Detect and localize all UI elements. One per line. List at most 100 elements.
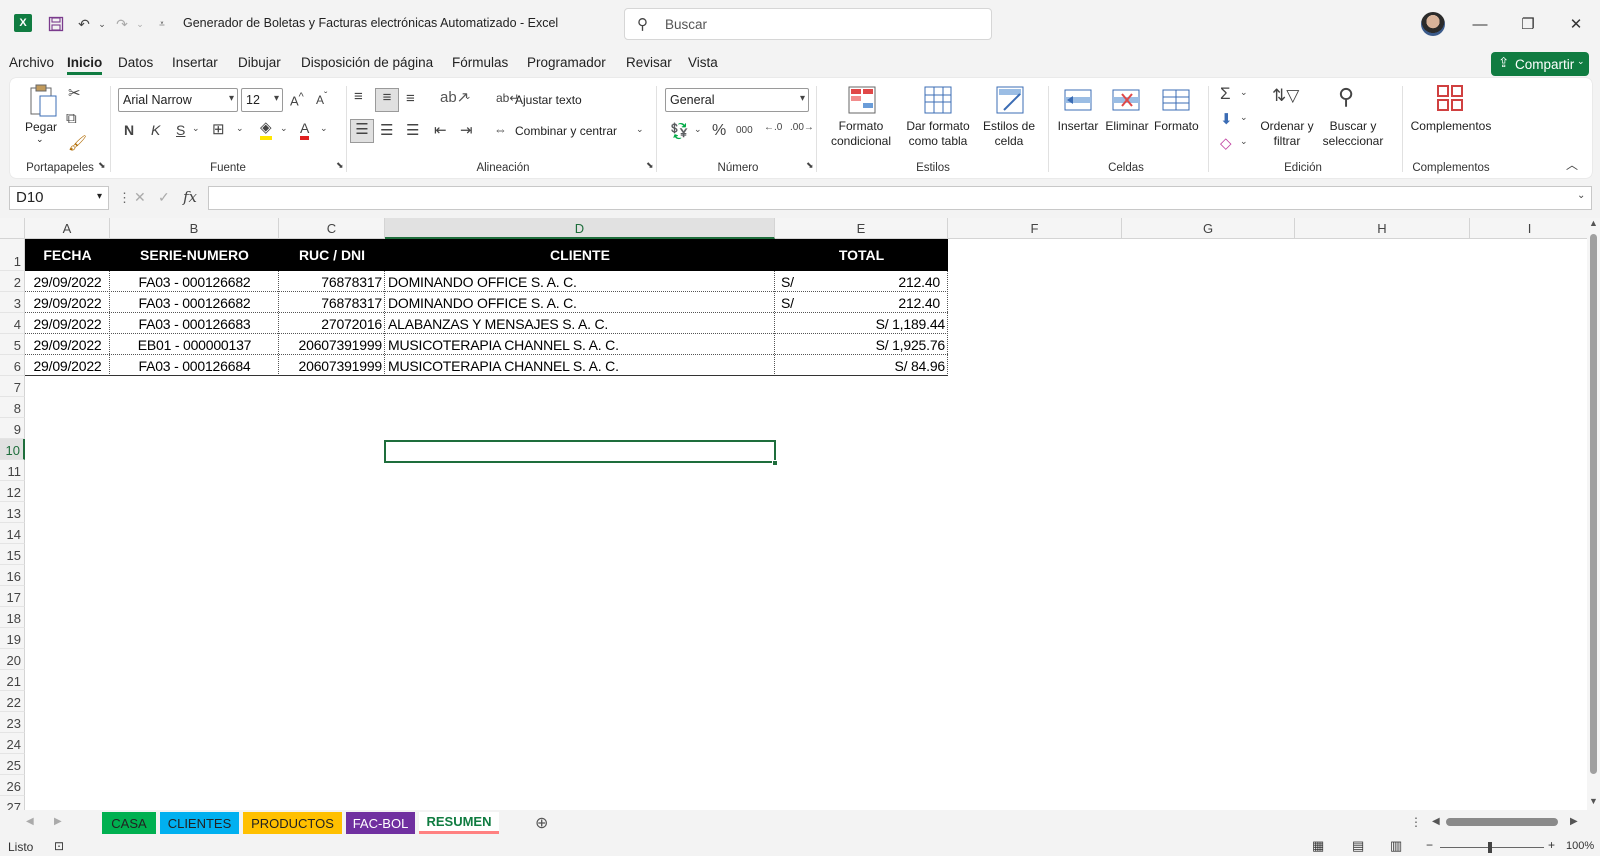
vertical-scrollbar[interactable]: ▲ ▼	[1587, 218, 1600, 810]
cell-total[interactable]: S/ 84.96	[775, 358, 945, 374]
column-header-a[interactable]: A	[25, 218, 110, 239]
worksheet-grid[interactable]: ABCDEFGHI 1 2 3 4 5 6 7 8 9 10 11 12 13 14 15 16 17 18 19 2…	[0, 218, 1600, 810]
row-header-15[interactable]: 15	[0, 544, 25, 565]
addins-button[interactable]: Complementos	[1406, 119, 1496, 134]
sheet-tab-clientes[interactable]: CLIENTES	[160, 812, 239, 834]
format-button[interactable]: Formato	[1154, 119, 1199, 134]
paste-chevron-icon[interactable]: ⌄	[36, 132, 44, 147]
cell-cliente[interactable]: DOMINANDO OFFICE S. A. C.	[388, 274, 577, 290]
row-header-3[interactable]: 3	[0, 292, 25, 313]
cell-fecha[interactable]: 29/09/2022	[25, 295, 110, 311]
tab-revisar[interactable]: Revisar	[626, 55, 672, 70]
close-icon[interactable]: ✕	[1562, 12, 1590, 36]
user-avatar[interactable]	[1421, 12, 1445, 36]
column-header-f[interactable]: F	[948, 218, 1122, 239]
collapse-ribbon-icon[interactable]: ︿	[1566, 156, 1578, 173]
number-format-select[interactable]: General ▾	[665, 88, 809, 112]
delete-cells-icon[interactable]	[1112, 86, 1140, 118]
row-header-10[interactable]: 10	[0, 439, 25, 460]
merge-center-button[interactable]: Combinar y centrar	[515, 124, 617, 139]
insert-cells-icon[interactable]	[1064, 86, 1092, 118]
header-cell-serie-numero[interactable]: SERIE-NUMERO	[110, 247, 279, 263]
font-name-select[interactable]: Arial Narrow ▾	[118, 88, 238, 112]
autosum-chevron-icon[interactable]: ⌄	[1240, 87, 1248, 98]
find-label-2[interactable]: seleccionar	[1316, 134, 1390, 149]
cell-cliente[interactable]: DOMINANDO OFFICE S. A. C.	[388, 295, 577, 311]
find-select-icon[interactable]: ⚲	[1338, 84, 1354, 110]
customize-qat-icon[interactable]: ⩡	[152, 14, 172, 34]
row-header-19[interactable]: 19	[0, 628, 25, 649]
row-header-26[interactable]: 26	[0, 775, 25, 796]
align-top-icon[interactable]: ≡	[354, 88, 363, 105]
vertical-scroll-thumb[interactable]	[1590, 234, 1597, 774]
row-header-22[interactable]: 22	[0, 691, 25, 712]
cell-fecha[interactable]: 29/09/2022	[25, 358, 110, 374]
increase-decimal-icon[interactable]: ←.0	[764, 122, 782, 133]
sort-filter-icon[interactable]: ⇅▽	[1272, 86, 1299, 106]
alineacion-launcher-icon[interactable]: ⬊	[646, 160, 654, 171]
find-label-1[interactable]: Buscar y	[1316, 119, 1390, 134]
format-cells-icon[interactable]	[1162, 86, 1190, 118]
currency-icon[interactable]: 💱	[670, 122, 689, 140]
cell-serie-numero[interactable]: EB01 - 000000137	[110, 337, 279, 353]
row-header-6[interactable]: 6	[0, 355, 25, 376]
align-bottom-icon[interactable]: ≡	[406, 90, 415, 107]
scroll-up-icon[interactable]: ▲	[1589, 218, 1598, 228]
sort-label-2[interactable]: filtrar	[1256, 134, 1318, 149]
cell-ruc-dni[interactable]: 20607391999	[279, 337, 383, 353]
name-box[interactable]: D10 ▾	[9, 186, 109, 210]
undo-dropdown-icon[interactable]: ⌄	[92, 14, 112, 34]
page-layout-icon[interactable]: ▤	[1352, 838, 1364, 854]
add-sheet-icon[interactable]: ⊕	[535, 813, 548, 833]
insert-button[interactable]: Insertar	[1056, 119, 1100, 134]
share-button[interactable]: ⇪ Compartir ⌄	[1491, 52, 1589, 76]
fuente-launcher-icon[interactable]: ⬊	[336, 160, 344, 171]
addins-icon[interactable]	[1436, 84, 1464, 116]
formula-input[interactable]	[208, 186, 1592, 210]
cancel-icon[interactable]: ✕	[134, 189, 146, 206]
merge-center-icon[interactable]: ⇔	[494, 122, 507, 137]
sheet-tab-casa[interactable]: CASA	[102, 812, 156, 834]
sheet-tab-productos[interactable]: PRODUCTOS	[243, 812, 342, 834]
redo-dropdown-icon[interactable]: ⌄	[130, 14, 150, 34]
row-header-24[interactable]: 24	[0, 733, 25, 754]
italic-button[interactable]: K	[151, 122, 160, 138]
underline-button[interactable]: S	[176, 122, 185, 138]
column-header-c[interactable]: C	[279, 218, 385, 239]
row-header-8[interactable]: 8	[0, 397, 25, 418]
table-format-label-2[interactable]: como tabla	[900, 134, 976, 149]
font-size-select[interactable]: 12 ▾	[241, 88, 283, 112]
format-table-icon[interactable]	[924, 86, 952, 118]
cell-ruc-dni[interactable]: 27072016	[279, 316, 382, 332]
cell-cliente[interactable]: MUSICOTERAPIA CHANNEL S. A. C.	[388, 337, 619, 353]
sheet-tab-fac-bol[interactable]: FAC-BOL	[346, 812, 415, 834]
row-header-4[interactable]: 4	[0, 313, 25, 334]
tab-dibujar[interactable]: Dibujar	[238, 55, 281, 70]
enter-icon[interactable]: ✓	[158, 189, 170, 206]
scroll-down-icon[interactable]: ▼	[1589, 796, 1598, 806]
tab-disposicion[interactable]: Disposición de página	[301, 55, 433, 70]
cell-serie-numero[interactable]: FA03 - 000126682	[110, 295, 279, 311]
cell-styles-icon[interactable]	[996, 86, 1024, 118]
minimize-icon[interactable]: —	[1466, 12, 1494, 36]
cond-format-label-2[interactable]: condicional	[824, 134, 898, 149]
zoom-level[interactable]: 100%	[1566, 840, 1594, 852]
row-header-14[interactable]: 14	[0, 523, 25, 544]
align-right-icon[interactable]: ☰	[406, 121, 419, 139]
select-all-corner[interactable]	[0, 218, 25, 239]
next-sheet-icon[interactable]: ▶	[54, 816, 62, 827]
tab-formulas[interactable]: Fórmulas	[452, 55, 508, 70]
cell-fecha[interactable]: 29/09/2022	[25, 274, 110, 290]
header-cell-fecha[interactable]: FECHA	[25, 247, 110, 263]
tab-archivo[interactable]: Archivo	[9, 55, 54, 70]
align-middle-icon[interactable]: ≡	[375, 88, 399, 112]
cell-total[interactable]: 212.40	[775, 295, 940, 311]
row-header-18[interactable]: 18	[0, 607, 25, 628]
horizontal-scroll-thumb[interactable]	[1446, 818, 1558, 826]
font-color-icon[interactable]: A	[300, 120, 310, 140]
row-header-7[interactable]: 7	[0, 376, 25, 397]
portapapeles-launcher-icon[interactable]: ⬊	[98, 160, 106, 171]
restore-icon[interactable]: ❐	[1514, 12, 1542, 36]
clear-icon[interactable]: ◇	[1220, 134, 1232, 152]
fill-down-icon[interactable]: ⬇	[1220, 110, 1233, 128]
